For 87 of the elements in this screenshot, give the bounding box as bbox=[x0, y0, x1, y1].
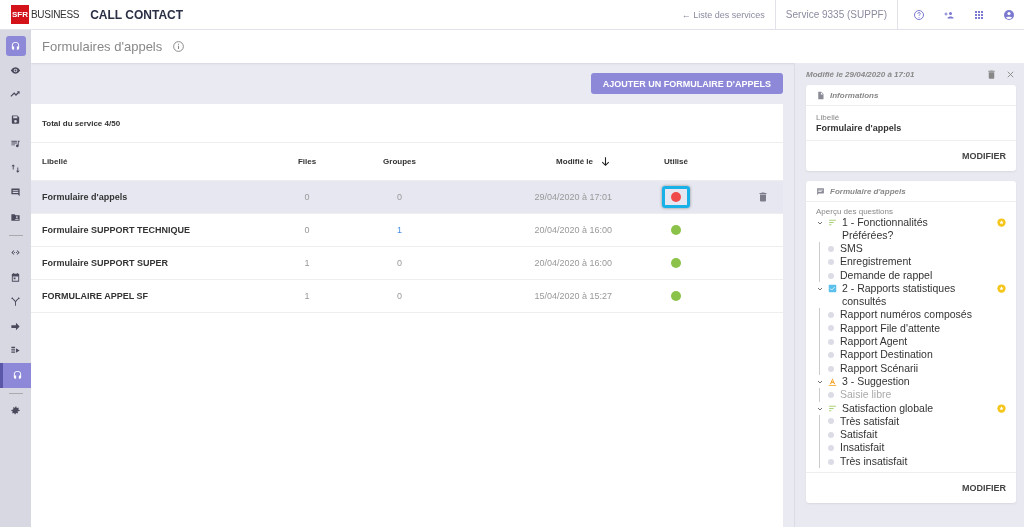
app-title: CALL CONTACT bbox=[90, 7, 184, 22]
sidebar-item-icon bbox=[10, 296, 21, 308]
checkbox-icon bbox=[828, 284, 837, 294]
column-header[interactable]: Modifié le bbox=[556, 157, 593, 166]
answer-option: Rapport numéros composés bbox=[840, 308, 972, 322]
star-icon bbox=[997, 218, 1006, 227]
table-cell-text: Formulaire SUPPORT TECHNIQUE bbox=[42, 225, 192, 235]
text-icon bbox=[828, 377, 837, 387]
answer-option: Enregistrement bbox=[840, 255, 912, 269]
answer-option: Insatisfait bbox=[840, 441, 885, 455]
sidebar-item-icon bbox=[10, 187, 21, 199]
page-title: Formulaires d'appels bbox=[42, 39, 163, 54]
answer-option: Rapport File d'attente bbox=[840, 321, 941, 336]
answer-option: Demande de rappel bbox=[840, 268, 933, 283]
table-cell-text: FORMULAIRE APPEL SF bbox=[42, 291, 149, 301]
table-cell-text: 0 bbox=[396, 291, 403, 301]
delete-icon[interactable] bbox=[986, 68, 997, 80]
answer-option: Rapport Agent bbox=[840, 335, 908, 349]
sidebar-item-icon bbox=[10, 113, 21, 125]
card-title: Formulaire d'appels bbox=[830, 186, 906, 196]
modify-button[interactable]: MODIFIER bbox=[962, 147, 1006, 165]
question-label: 3 - Suggestion bbox=[842, 375, 910, 389]
chevron-icon[interactable] bbox=[816, 219, 824, 227]
table-cell-text: 0 bbox=[396, 258, 403, 268]
answer-option: Très satisfait bbox=[840, 414, 900, 429]
delete-icon[interactable] bbox=[757, 191, 769, 203]
answer-option: Saisie libre bbox=[840, 388, 892, 402]
brand-name: BUSINESS bbox=[31, 9, 80, 20]
star-icon bbox=[997, 403, 1006, 413]
document-icon bbox=[816, 90, 825, 100]
help-icon[interactable] bbox=[913, 8, 925, 21]
answer-option: SMS bbox=[840, 242, 863, 256]
table-row[interactable]: Formulaire d'appels 0 0 29/04/2020 à 17:01 bbox=[31, 181, 783, 214]
sidebar-item-icon bbox=[10, 320, 21, 332]
sort-arrow-icon[interactable] bbox=[599, 155, 612, 168]
sidebar-item[interactable] bbox=[0, 363, 31, 388]
modified-date: Modifié le 29/04/2020 à 17:01 bbox=[806, 69, 916, 79]
answer-option: Satisfait bbox=[840, 428, 878, 442]
card-title: Informations bbox=[830, 90, 879, 100]
lines-icon bbox=[828, 403, 837, 413]
table-cell-text: 0 bbox=[303, 192, 311, 202]
answer-option: Très insatisfait bbox=[840, 454, 908, 469]
table-cell-text: 0 bbox=[396, 192, 403, 202]
table-row[interactable]: FORMULAIRE APPEL SF 1 0 15/04/2020 à 15:27 bbox=[31, 280, 783, 313]
modify-button[interactable]: MODIFIER bbox=[962, 479, 1006, 498]
sidebar-item-icon bbox=[10, 64, 21, 76]
sidebar-item-icon bbox=[10, 211, 21, 223]
table-cell-text: 20/04/2020 à 16:00 bbox=[533, 258, 612, 268]
table-row[interactable]: Formulaire SUPPORT TECHNIQUE 0 1 20/04/2020 à 16:00 bbox=[31, 214, 783, 247]
table-cell-text: 1 bbox=[303, 258, 311, 268]
table-cell-text: Formulaire SUPPORT SUPER bbox=[42, 258, 170, 268]
column-header[interactable]: Files bbox=[272, 157, 342, 166]
table-cell-text: 20/04/2020 à 16:00 bbox=[533, 225, 612, 235]
account-icon[interactable] bbox=[1003, 8, 1015, 21]
field-label: Libellé bbox=[816, 113, 841, 122]
table-cell-text: 15/04/2020 à 15:27 bbox=[533, 291, 612, 301]
field-value: Formulaire d'appels bbox=[816, 123, 903, 133]
table-cell-text: 29/04/2020 à 17:01 bbox=[533, 192, 612, 202]
table-row[interactable]: Formulaire SUPPORT SUPER 1 0 20/04/2020 à 16:00 bbox=[31, 247, 783, 280]
question-label: Satisfaction globale bbox=[842, 401, 934, 415]
answer-option: Rapport Scénarii bbox=[840, 361, 919, 376]
sidebar-item-icon bbox=[10, 162, 21, 174]
question-label: 2 - Rapports statistiques consultés bbox=[842, 282, 957, 309]
table-cell-text: Formulaire d'appels bbox=[42, 192, 129, 202]
sidebar-item-icon bbox=[10, 40, 21, 52]
service-selector[interactable]: Service 9335 (SUPPF) bbox=[774, 0, 898, 29]
column-header[interactable]: Libellé bbox=[42, 157, 272, 166]
back-link[interactable]: ← Liste des services bbox=[681, 9, 775, 20]
column-header[interactable]: Groupes bbox=[342, 157, 457, 166]
sidebar-item-icon bbox=[10, 271, 21, 283]
star-icon bbox=[997, 284, 1006, 294]
sidebar-item-icon bbox=[11, 369, 23, 381]
sidebar-item[interactable] bbox=[5, 36, 26, 56]
sidebar-item-icon bbox=[10, 405, 21, 417]
section-label: Aperçu des questions bbox=[816, 207, 894, 216]
sidebar-item-icon bbox=[10, 138, 21, 150]
total-count: Total du service 4/50 bbox=[42, 118, 121, 128]
info-icon[interactable] bbox=[172, 40, 186, 53]
table-cell-text: 1 bbox=[303, 291, 311, 301]
brand-logo-badge: SFR bbox=[11, 5, 29, 24]
message-icon bbox=[816, 186, 825, 196]
apps-grid-icon[interactable] bbox=[973, 8, 985, 21]
column-header[interactable]: Utilisé bbox=[612, 157, 740, 166]
table-cell-text: 0 bbox=[303, 225, 311, 235]
lines-icon bbox=[828, 218, 837, 227]
question-label: 1 - Fonctionnalités Préférées? bbox=[842, 216, 929, 242]
answer-option: Rapport Destination bbox=[840, 348, 933, 362]
